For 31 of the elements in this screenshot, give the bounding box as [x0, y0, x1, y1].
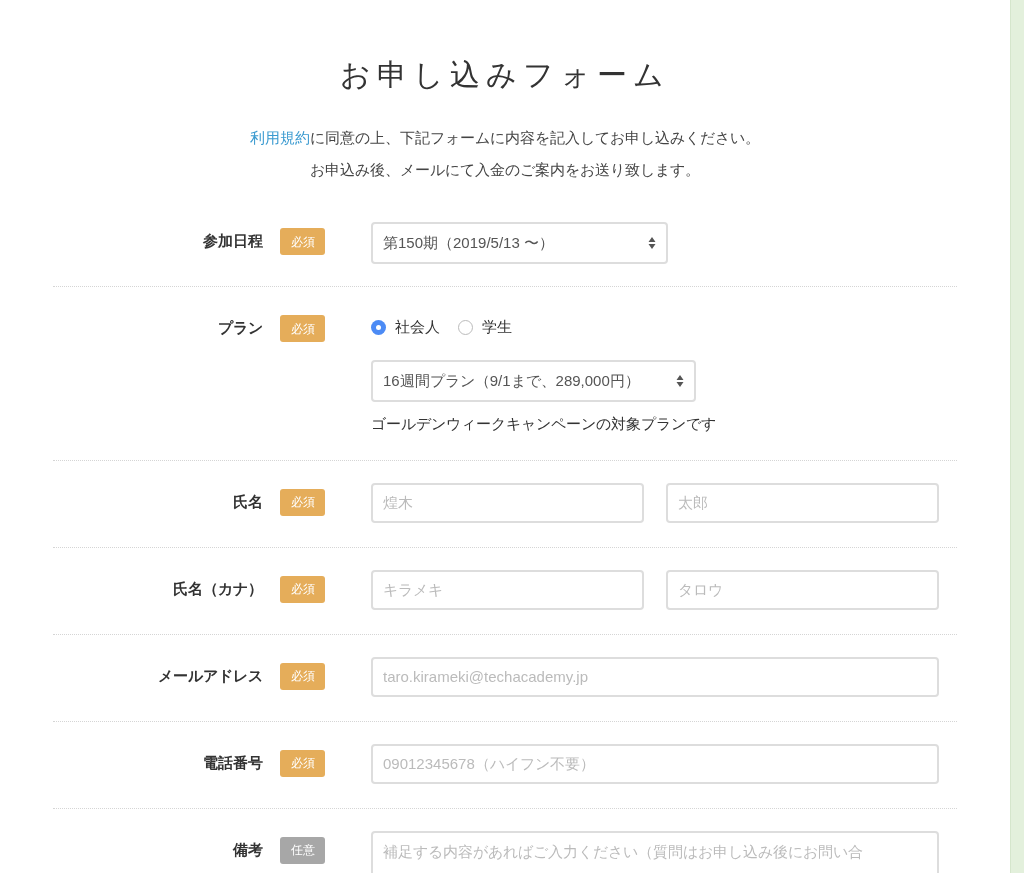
plan-note: ゴールデンウィークキャンペーンの対象プランです — [371, 414, 717, 434]
field-label: 氏名（カナ） — [172, 578, 263, 599]
radio-option[interactable]: 学生 — [458, 315, 512, 339]
required-badge: 必須 — [280, 315, 325, 342]
text-field[interactable]: 太郎 — [666, 482, 939, 523]
optional-badge: 任意 — [280, 836, 325, 864]
page-title: お申し込みフォーム — [339, 57, 671, 93]
field-label: 氏名 — [232, 491, 263, 512]
field-label: 備考 — [231, 839, 263, 860]
required-badge: 必須 — [280, 488, 325, 516]
field-label: メールアドレス — [157, 665, 263, 686]
text-field[interactable]: 煌木 — [371, 482, 644, 523]
intro-text: 利用規約に同意の上、下記フォームに内容を記入してお申し込みください。 — [249, 128, 761, 148]
required-badge: 必須 — [280, 749, 325, 777]
select-arrows-icon — [676, 374, 684, 388]
field-label: プラン — [217, 318, 263, 338]
required-badge: 必須 — [280, 228, 325, 255]
select-field[interactable]: 16週間プラン（9/1まで、289,000円） — [371, 360, 696, 402]
text-field[interactable]: キラメキ — [371, 569, 644, 610]
field-label: 電話番号 — [202, 752, 263, 773]
intro-text: お申込み後、メールにて入金のご案内をお送り致します。 — [309, 159, 701, 180]
text-field[interactable]: タロウ — [666, 569, 939, 610]
required-badge: 必須 — [280, 575, 325, 603]
field-label: 参加日程 — [202, 231, 263, 251]
radio-option[interactable]: 社会人 — [371, 315, 440, 339]
select-field[interactable]: 第150期（2019/5/13 〜） — [371, 222, 668, 264]
required-badge: 必須 — [280, 662, 325, 690]
select-arrows-icon — [648, 236, 656, 250]
text-field[interactable]: taro.kirameki@techacademy.jp — [371, 656, 939, 697]
text-field[interactable]: 09012345678（ハイフン不要） — [371, 743, 939, 784]
remarks-textarea[interactable]: 補足する内容があればご入力ください（質問はお申し込み後にお問い合 — [371, 830, 939, 873]
